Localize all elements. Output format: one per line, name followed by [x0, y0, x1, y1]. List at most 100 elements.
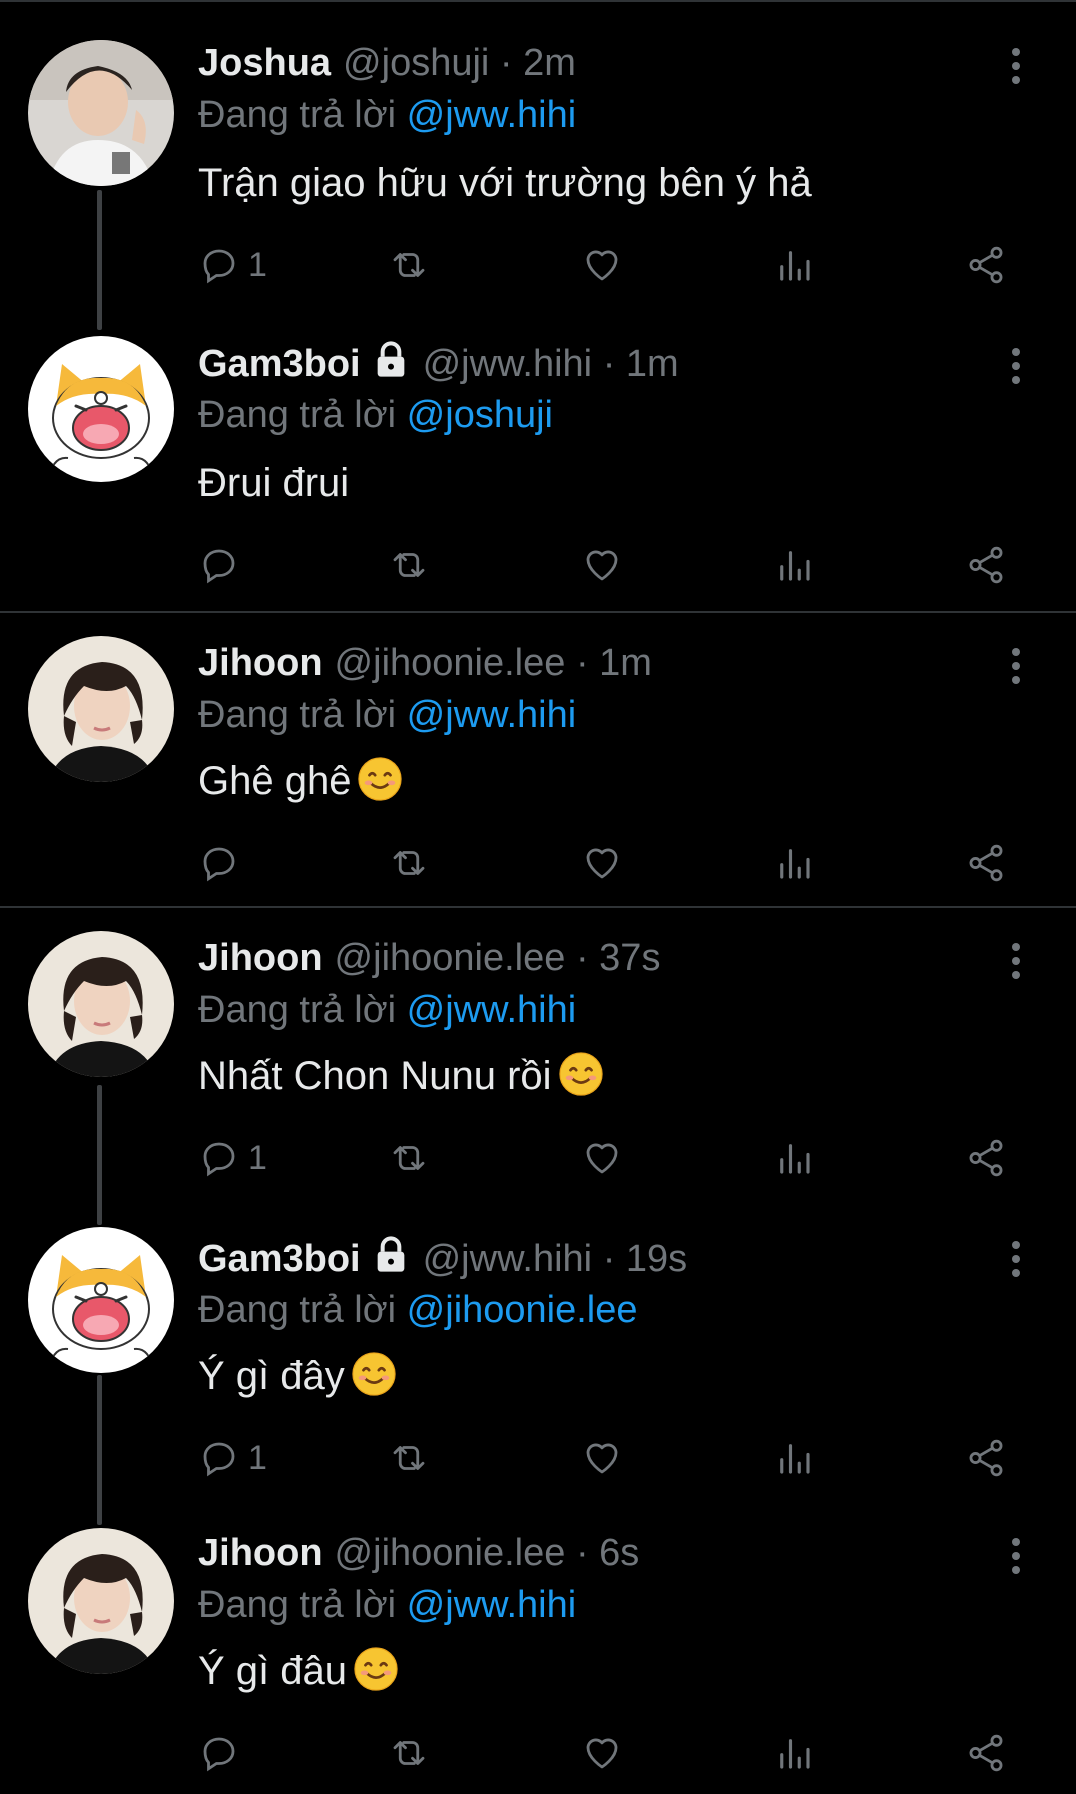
like-button[interactable] [581, 1433, 623, 1483]
share-button[interactable] [965, 1133, 1007, 1183]
views-button[interactable] [773, 838, 815, 888]
more-vertical-icon[interactable] [1006, 346, 1026, 386]
avatar[interactable] [28, 1528, 174, 1674]
display-name[interactable]: Jihoon [198, 642, 323, 684]
avatar[interactable] [28, 931, 174, 1077]
action-bar: 1 [198, 1133, 1018, 1183]
lock-icon [377, 341, 404, 377]
avatar[interactable] [28, 636, 174, 782]
thread-divider [0, 906, 1076, 908]
retweet-button[interactable] [388, 240, 430, 290]
views-icon [780, 1739, 810, 1769]
share-button[interactable] [965, 1728, 1007, 1778]
avatar[interactable] [28, 40, 174, 186]
replying-to: Đang trả lời @jihoonie.lee [198, 1287, 638, 1333]
separator-dot: · [575, 1532, 589, 1574]
thread-line [97, 1085, 102, 1225]
more-vertical-icon[interactable] [1006, 46, 1026, 86]
user-handle[interactable]: @jww.hihi [423, 343, 593, 385]
share-icon [969, 546, 1003, 584]
smiling-face-emoji [354, 1647, 398, 1691]
separator-dot: · [602, 343, 616, 385]
user-handle[interactable]: @jihoonie.lee [335, 642, 566, 684]
tweet-text-content: Ý gì đây [198, 1354, 345, 1398]
reply-button[interactable] [198, 540, 248, 590]
like-button[interactable] [581, 1133, 623, 1183]
retweet-button[interactable] [388, 1133, 430, 1183]
like-button[interactable] [581, 1728, 623, 1778]
user-handle[interactable]: @jww.hihi [423, 1238, 593, 1280]
heart-icon [586, 550, 618, 581]
timestamp[interactable]: 2m [523, 42, 576, 84]
timestamp[interactable]: 19s [626, 1238, 687, 1280]
action-bar [198, 1728, 1018, 1778]
tweet-header: Jihoon @jihoonie.lee · 1m [198, 640, 986, 686]
tweet-header: Jihoon @jihoonie.lee · 37s [198, 935, 986, 981]
views-button[interactable] [773, 240, 815, 290]
retweet-button[interactable] [388, 838, 430, 888]
user-handle[interactable]: @jihoonie.lee [335, 937, 566, 979]
mention-link[interactable]: @jww.hihi [407, 94, 577, 136]
tweet-text: Ý gì đâu [198, 1646, 399, 1696]
retweet-button[interactable] [388, 1728, 430, 1778]
display-name[interactable]: Gam3boi [198, 343, 361, 385]
views-button[interactable] [773, 1728, 815, 1778]
reply-icon [203, 1737, 235, 1772]
timestamp[interactable]: 1m [626, 343, 679, 385]
more-vertical-icon[interactable] [1006, 1239, 1026, 1279]
reply-icon [203, 1442, 235, 1477]
share-icon [969, 246, 1003, 284]
heart-icon [586, 250, 618, 281]
views-button[interactable] [773, 1133, 815, 1183]
thread-line [97, 190, 102, 330]
smiling-face-emoji [558, 1052, 603, 1096]
tweet-text: Ghê ghê [198, 756, 403, 806]
retweet-icon [393, 253, 425, 277]
retweet-button[interactable] [388, 1433, 430, 1483]
display-name[interactable]: Jihoon [198, 1532, 323, 1574]
views-button[interactable] [773, 540, 815, 590]
share-icon [969, 1439, 1003, 1477]
user-handle[interactable]: @joshuji [343, 42, 489, 84]
action-bar [198, 540, 1018, 590]
timestamp[interactable]: 1m [599, 642, 652, 684]
user-handle[interactable]: @jihoonie.lee [335, 1532, 566, 1574]
share-button[interactable] [965, 240, 1007, 290]
views-button[interactable] [773, 1433, 815, 1483]
display-name[interactable]: Joshua [198, 42, 331, 84]
avatar[interactable] [28, 336, 174, 482]
like-button[interactable] [581, 838, 623, 888]
timestamp[interactable]: 6s [599, 1532, 639, 1574]
reply-button[interactable] [198, 1728, 248, 1778]
timestamp[interactable]: 37s [599, 937, 660, 979]
tweet-text: Ý gì đây [198, 1351, 397, 1401]
reply-button[interactable]: 1 [198, 1433, 267, 1483]
avatar[interactable] [28, 1227, 174, 1373]
reply-button[interactable]: 1 [198, 1133, 267, 1183]
reply-button[interactable] [198, 838, 248, 888]
mention-link[interactable]: @jww.hihi [407, 1584, 577, 1626]
mention-link[interactable]: @jww.hihi [407, 694, 577, 736]
share-icon [969, 1139, 1003, 1177]
more-vertical-icon[interactable] [1006, 941, 1026, 981]
share-button[interactable] [965, 838, 1007, 888]
share-button[interactable] [965, 1433, 1007, 1483]
reply-icon [203, 249, 235, 284]
replying-prefix: Đang trả lời [198, 94, 397, 136]
retweet-button[interactable] [388, 540, 430, 590]
more-vertical-icon[interactable] [1006, 646, 1026, 686]
mention-link[interactable]: @jihoonie.lee [407, 1289, 638, 1331]
mention-link[interactable]: @jww.hihi [407, 989, 577, 1031]
reply-button[interactable]: 1 [198, 240, 267, 290]
more-vertical-icon[interactable] [1006, 1536, 1026, 1576]
like-button[interactable] [581, 540, 623, 590]
mention-link[interactable]: @joshuji [407, 394, 553, 436]
avatar-cartoon-cat [28, 1227, 174, 1373]
display-name[interactable]: Jihoon [198, 937, 323, 979]
like-button[interactable] [581, 240, 623, 290]
share-button[interactable] [965, 540, 1007, 590]
replying-prefix: Đang trả lời [198, 1584, 397, 1626]
separator-dot: · [602, 1238, 616, 1280]
replying-to: Đang trả lời @jww.hihi [198, 692, 576, 738]
display-name[interactable]: Gam3boi [198, 1238, 361, 1280]
